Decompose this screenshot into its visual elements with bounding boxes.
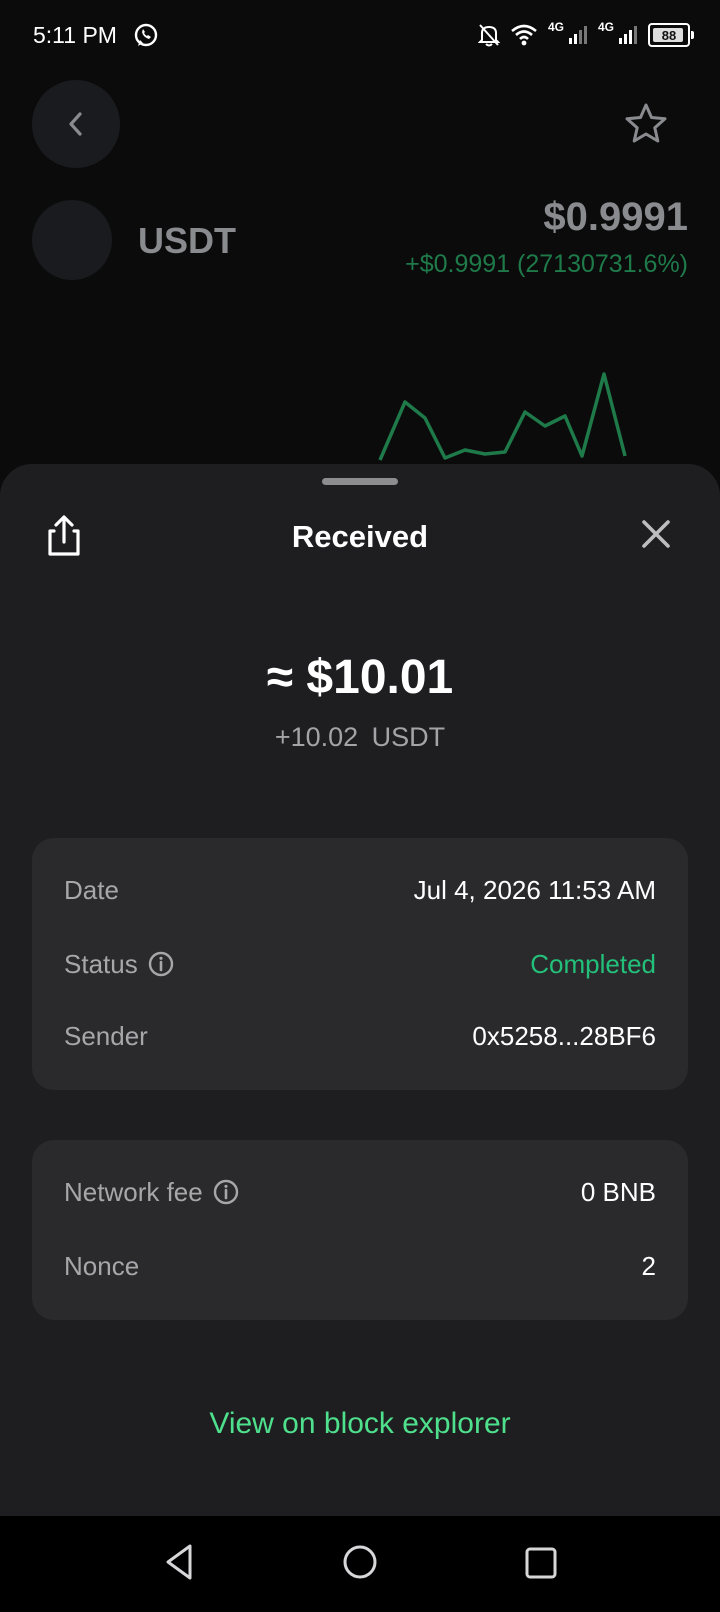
detail-row-status: Status Completed	[64, 944, 656, 984]
battery-indicator: 88	[648, 23, 694, 47]
coin-price-change: +$0.9991 (27130731.6%)	[405, 250, 688, 278]
sender-address[interactable]: 0x5258...28BF6	[472, 1021, 656, 1052]
coin-logo	[32, 200, 112, 280]
amount-token: +10.02 USDT	[274, 722, 446, 752]
coin-symbol: USDT	[138, 220, 236, 261]
close-icon[interactable]	[636, 514, 676, 554]
sheet-title: Received	[291, 519, 429, 554]
status-bar: 5:11 PM 4G 4G 88	[0, 0, 720, 72]
info-icon[interactable]	[148, 951, 174, 977]
detail-row-sender: Sender 0x5258...28BF6	[64, 1016, 656, 1056]
whatsapp-icon	[134, 23, 158, 47]
details-card: Date Jul 4, 2026 11:53 AM Status Complet…	[32, 838, 688, 1090]
sender-label: Sender	[64, 1020, 148, 1051]
back-button[interactable]	[32, 80, 120, 168]
detail-row-date: Date Jul 4, 2026 11:53 AM	[64, 870, 656, 910]
info-icon[interactable]	[213, 1179, 239, 1205]
status-value: Completed	[530, 948, 656, 979]
nonce-label: Nonce	[64, 1250, 140, 1281]
nonce-value: 2	[641, 1250, 656, 1281]
date-label: Date	[64, 874, 119, 905]
battery-level: 88	[661, 27, 677, 43]
detail-row-nonce: Nonce 2	[64, 1246, 656, 1286]
price-chart-line	[378, 372, 627, 461]
view-block-explorer-button[interactable]: View on block explorer	[32, 1372, 688, 1476]
bell-off-icon	[477, 24, 500, 47]
status-icons: 4G 4G 88	[477, 20, 694, 50]
coin-price: $0.9991	[543, 195, 688, 239]
status-time: 5:11 PM	[33, 22, 117, 48]
triangle-back-icon[interactable]	[160, 1540, 200, 1584]
chevron-left-icon	[69, 112, 82, 136]
date-value: Jul 4, 2026 11:53 AM	[413, 874, 656, 905]
status-label: Status	[64, 948, 138, 979]
fees-card: Network fee 0 BNB Nonce 2	[32, 1140, 688, 1320]
signal-icon	[568, 26, 587, 44]
detail-row-network-fee: Network fee 0 BNB	[64, 1172, 656, 1212]
amount-usd: ≈ $10.01	[266, 651, 454, 704]
signal-icon	[619, 26, 637, 44]
network-fee-label: Network fee	[64, 1176, 203, 1207]
network-fee-label-group: Network fee	[64, 1177, 239, 1208]
status-label-group: Status	[64, 949, 174, 980]
sheet-drag-handle[interactable]	[322, 478, 398, 485]
network-type-2: 4G	[597, 20, 614, 34]
star-icon[interactable]	[622, 100, 670, 148]
wifi-icon	[511, 24, 537, 46]
network-type-1: 4G	[547, 20, 564, 34]
square-recents-icon[interactable]	[524, 1546, 558, 1580]
circle-home-icon[interactable]	[342, 1544, 378, 1580]
price-chart	[378, 372, 627, 461]
network-fee-value: 0 BNB	[580, 1176, 656, 1207]
